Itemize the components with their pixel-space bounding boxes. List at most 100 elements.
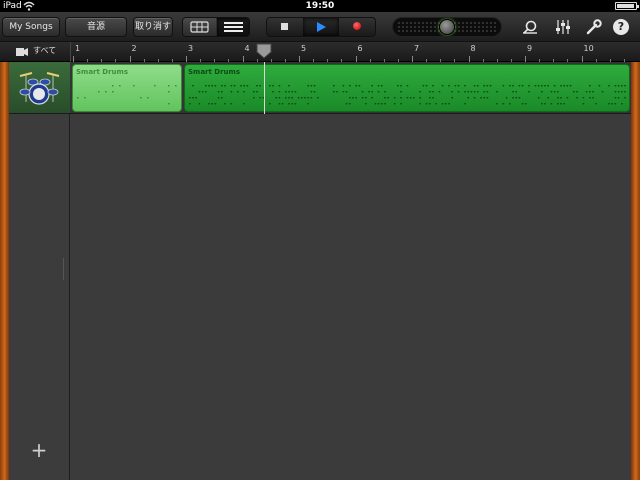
drum-hit-mark bbox=[518, 85, 521, 87]
mixer-icon[interactable] bbox=[555, 19, 571, 35]
drum-hit-mark bbox=[425, 103, 428, 105]
drum-hit-mark bbox=[432, 97, 434, 99]
drum-hit-mark bbox=[105, 91, 107, 93]
drum-hit-mark bbox=[621, 85, 623, 87]
drum-hit-mark bbox=[512, 85, 514, 87]
drum-hit-mark bbox=[489, 85, 492, 87]
drum-hit-mark bbox=[438, 91, 441, 93]
drum-hit-mark bbox=[112, 85, 114, 87]
drum-hit-mark bbox=[217, 97, 220, 99]
play-button[interactable] bbox=[303, 18, 339, 36]
drum-hit-mark bbox=[140, 97, 142, 99]
my-songs-button[interactable]: My Songs bbox=[2, 17, 60, 37]
region-smart-drums-1[interactable]: Smart Drums bbox=[72, 64, 182, 112]
drum-hit-mark bbox=[112, 91, 114, 93]
wrench-icon[interactable] bbox=[586, 19, 602, 35]
drum-hit-mark bbox=[230, 91, 233, 93]
drum-hit-mark bbox=[467, 91, 469, 93]
drum-hit-mark bbox=[409, 97, 412, 99]
drum-hit-mark bbox=[259, 85, 261, 87]
drum-hit-mark bbox=[381, 103, 383, 105]
drum-hit-mark bbox=[397, 85, 399, 87]
drum-hit-mark bbox=[217, 91, 220, 93]
record-icon bbox=[353, 22, 361, 30]
drum-hit-mark bbox=[368, 91, 370, 93]
drum-hit-mark bbox=[313, 91, 316, 93]
drum-hit-mark bbox=[342, 85, 345, 87]
drum-hit-mark bbox=[342, 91, 345, 93]
undo-button[interactable]: 取り消す bbox=[133, 17, 173, 37]
instrument-button[interactable]: 音源 bbox=[65, 17, 127, 37]
drum-hit-mark bbox=[377, 103, 380, 105]
drum-hit-mark bbox=[528, 91, 530, 93]
ruler-bar-number: 8 bbox=[470, 44, 476, 53]
drum-hit-mark bbox=[422, 85, 425, 87]
clock: 19:50 bbox=[305, 1, 335, 11]
drum-hit-mark bbox=[221, 97, 223, 99]
help-icon[interactable]: ? bbox=[613, 19, 629, 35]
drum-hit-mark bbox=[477, 85, 479, 87]
drum-hit-mark bbox=[365, 103, 367, 105]
tracks-view-button[interactable] bbox=[217, 18, 249, 36]
drum-hit-mark bbox=[614, 85, 617, 87]
drum-hit-mark bbox=[256, 91, 258, 93]
drum-hit-mark bbox=[486, 91, 489, 93]
drum-hit-mark bbox=[285, 97, 287, 99]
drum-hit-mark bbox=[384, 97, 386, 99]
drum-hit-mark bbox=[313, 85, 316, 87]
drum-hit-mark bbox=[301, 97, 303, 99]
region-smart-drums-2[interactable]: Smart Drums bbox=[184, 64, 630, 112]
drum-hit-mark bbox=[457, 85, 460, 87]
record-button[interactable] bbox=[339, 18, 375, 36]
drum-hit-mark bbox=[589, 91, 591, 93]
drum-hit-mark bbox=[441, 85, 444, 87]
drum-hit-mark bbox=[307, 97, 309, 99]
drum-hit-mark bbox=[154, 85, 156, 87]
timeline-ruler[interactable]: 1 2 3 4 5 6 7 8 9 10 bbox=[70, 42, 640, 62]
drum-hit-mark bbox=[557, 91, 559, 93]
drum-hit-mark bbox=[445, 103, 447, 105]
master-volume-slider[interactable] bbox=[392, 17, 502, 37]
drum-hit-mark bbox=[505, 97, 508, 99]
drum-hit-mark bbox=[617, 91, 620, 93]
view-mode-switch bbox=[182, 17, 250, 37]
drum-hit-mark bbox=[345, 103, 348, 105]
drum-hit-mark bbox=[294, 91, 297, 93]
transport-controls bbox=[266, 17, 376, 37]
drum-hit-mark bbox=[224, 85, 226, 87]
drum-hit-mark bbox=[521, 103, 524, 105]
drum-hit-mark bbox=[281, 103, 284, 105]
playhead-handle[interactable] bbox=[256, 43, 272, 59]
drum-hit-mark bbox=[480, 97, 482, 99]
drum-hit-mark bbox=[576, 97, 578, 99]
instrument-view-button[interactable] bbox=[183, 18, 216, 36]
drum-hit-mark bbox=[624, 97, 626, 99]
all-tracks-control[interactable]: すべて bbox=[0, 42, 70, 62]
drum-hit-mark bbox=[585, 91, 588, 93]
drum-hit-mark bbox=[486, 97, 489, 99]
drum-hit-mark bbox=[521, 85, 524, 87]
stop-button[interactable] bbox=[267, 18, 303, 36]
drum-hit-mark bbox=[291, 91, 293, 93]
header-resize-handle[interactable] bbox=[63, 258, 69, 280]
drum-hit-mark bbox=[269, 103, 271, 105]
drum-hit-mark bbox=[246, 85, 249, 87]
drum-hit-mark bbox=[371, 91, 373, 93]
drum-hit-mark bbox=[147, 97, 149, 99]
drum-hit-mark bbox=[473, 91, 476, 93]
add-track-button[interactable]: + bbox=[28, 440, 50, 462]
drum-hit-mark bbox=[205, 91, 207, 93]
loop-icon[interactable] bbox=[522, 19, 538, 35]
drum-hit-mark bbox=[425, 85, 428, 87]
volume-knob[interactable] bbox=[439, 19, 455, 35]
drum-hit-mark bbox=[621, 103, 623, 105]
drum-hit-mark bbox=[317, 97, 319, 99]
wood-panel-right bbox=[631, 62, 640, 480]
track-area[interactable] bbox=[70, 62, 631, 480]
track-header-drums[interactable] bbox=[9, 62, 70, 114]
drum-hit-mark bbox=[198, 91, 201, 93]
drum-hit-mark bbox=[355, 85, 357, 87]
drum-hit-mark bbox=[467, 97, 469, 99]
drum-hit-mark bbox=[272, 91, 274, 93]
drum-hit-mark bbox=[333, 91, 335, 93]
